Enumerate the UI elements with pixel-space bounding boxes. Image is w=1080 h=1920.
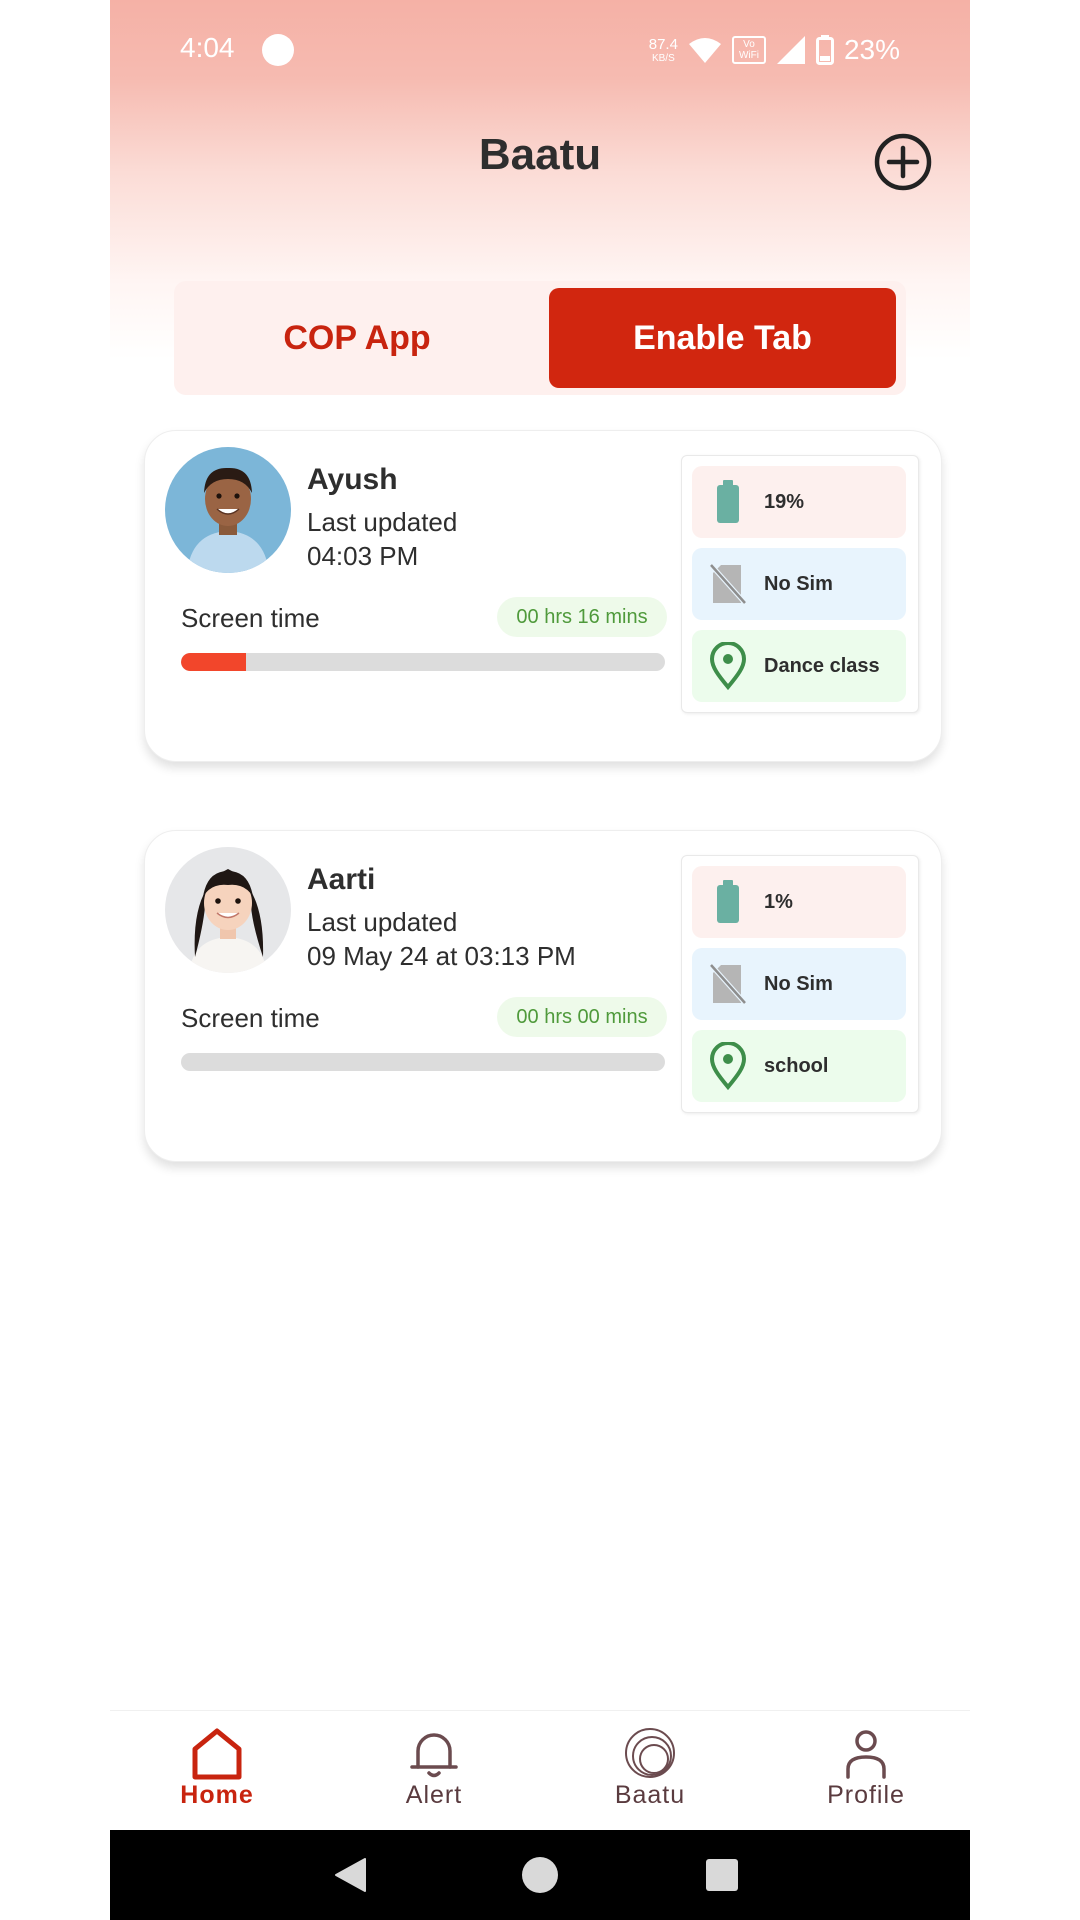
left-margin: [0, 0, 110, 1920]
mode-toggle: COP App Enable Tab: [174, 281, 906, 395]
battery-status-icon: [815, 35, 834, 65]
avatar: [165, 847, 291, 973]
screen-time-progress-track: [181, 653, 665, 671]
nav-home[interactable]: Home: [137, 1711, 297, 1831]
bottom-navigation: Home Alert Baatu Profile: [110, 1710, 970, 1831]
battery-icon: [717, 480, 739, 523]
battery-chip: 1%: [692, 866, 906, 938]
device-status-panel: 1% No Sim school: [681, 855, 919, 1113]
location-chip[interactable]: Dance class: [692, 630, 906, 702]
battery-percent: 23%: [843, 34, 900, 65]
system-recents-button[interactable]: [682, 1830, 762, 1920]
screen-time-value: 00 hrs 16 mins: [497, 597, 667, 637]
person-icon: [846, 1730, 886, 1779]
location-chip[interactable]: school: [692, 1030, 906, 1102]
sim-chip: No Sim: [692, 548, 906, 620]
battery-icon: [717, 880, 739, 923]
wifi-icon: [688, 38, 721, 63]
child-name: Ayush: [307, 463, 398, 496]
tab-enable-tab[interactable]: Enable Tab: [549, 288, 896, 388]
system-home-button[interactable]: [500, 1830, 580, 1920]
notification-dot-icon: [262, 34, 294, 66]
sim-status: No Sim: [764, 572, 833, 595]
no-sim-icon: [709, 963, 747, 1005]
last-updated-label: Last updated: [307, 507, 458, 537]
battery-level: 19%: [764, 490, 805, 513]
app-frame: 4:04 87.4 KB/S Vo WiFi 23% Baatu COP App…: [110, 0, 970, 1920]
plus-circle-icon: [874, 133, 932, 191]
network-speed-value: 87.4: [648, 35, 678, 53]
bell-icon: [410, 1733, 458, 1778]
location-name: school: [764, 1054, 829, 1077]
screen-time-label: Screen time: [181, 1003, 320, 1033]
last-updated-time: 04:03 PM: [307, 541, 419, 571]
vowifi-icon: Vo WiFi: [731, 36, 766, 64]
baatu-rings-icon: [625, 1728, 675, 1778]
device-status-panel: 19% No Sim Dance class: [681, 455, 919, 713]
screen-time-label: Screen time: [181, 603, 320, 633]
location-pin-icon: [709, 642, 747, 690]
tab-cop-app[interactable]: COP App: [174, 288, 540, 388]
avatar: [165, 447, 291, 573]
back-triangle-icon: [335, 1858, 366, 1892]
screen-time-progress-track: [181, 1053, 665, 1071]
screen: 4:04 87.4 KB/S Vo WiFi 23% Baatu COP App…: [0, 0, 1080, 1920]
nav-profile-label: Profile: [827, 1781, 905, 1809]
location-pin-icon: [709, 1042, 747, 1090]
nav-baatu-label: Baatu: [614, 1781, 686, 1809]
nav-home-label: Home: [180, 1781, 254, 1809]
system-navigation-bar: [110, 1830, 970, 1920]
last-updated-time: 09 May 24 at 03:13 PM: [307, 941, 576, 971]
battery-level: 1%: [764, 890, 793, 913]
right-margin: [970, 0, 1080, 1920]
page-title: Baatu: [478, 130, 602, 179]
nav-profile[interactable]: Profile: [786, 1711, 946, 1831]
status-indicators: 87.4 KB/S Vo WiFi 23%: [649, 30, 900, 70]
sim-status: No Sim: [764, 972, 833, 995]
screen-time-value: 00 hrs 00 mins: [497, 997, 667, 1037]
screen-time-progress-fill: [181, 653, 247, 671]
no-sim-icon: [709, 563, 747, 605]
add-child-button[interactable]: [874, 133, 932, 191]
child-card-aarti[interactable]: Aarti Last updated 09 May 24 at 03:13 PM…: [144, 830, 942, 1162]
home-icon: [192, 1728, 242, 1780]
system-back-button[interactable]: [310, 1830, 390, 1920]
nav-alert[interactable]: Alert: [354, 1711, 514, 1831]
network-speed: 87.4 KB/S: [649, 37, 678, 64]
recents-square-icon: [706, 1859, 738, 1891]
nav-alert-label: Alert: [405, 1781, 463, 1809]
nav-baatu[interactable]: Baatu: [570, 1711, 730, 1831]
status-time: 4:04: [180, 32, 235, 63]
vowifi-top-text: Vo: [743, 39, 755, 50]
child-card-ayush[interactable]: Ayush Last updated 04:03 PM Screen time …: [144, 430, 942, 762]
child-name: Aarti: [307, 863, 376, 896]
last-updated-label: Last updated: [307, 907, 458, 937]
network-speed-unit: KB/S: [651, 52, 675, 64]
sim-chip: No Sim: [692, 948, 906, 1020]
vowifi-bottom-text: WiFi: [738, 50, 759, 61]
location-name: Dance class: [764, 654, 880, 677]
cell-signal-icon: [776, 36, 805, 64]
battery-chip: 19%: [692, 466, 906, 538]
home-circle-icon: [522, 1857, 558, 1893]
